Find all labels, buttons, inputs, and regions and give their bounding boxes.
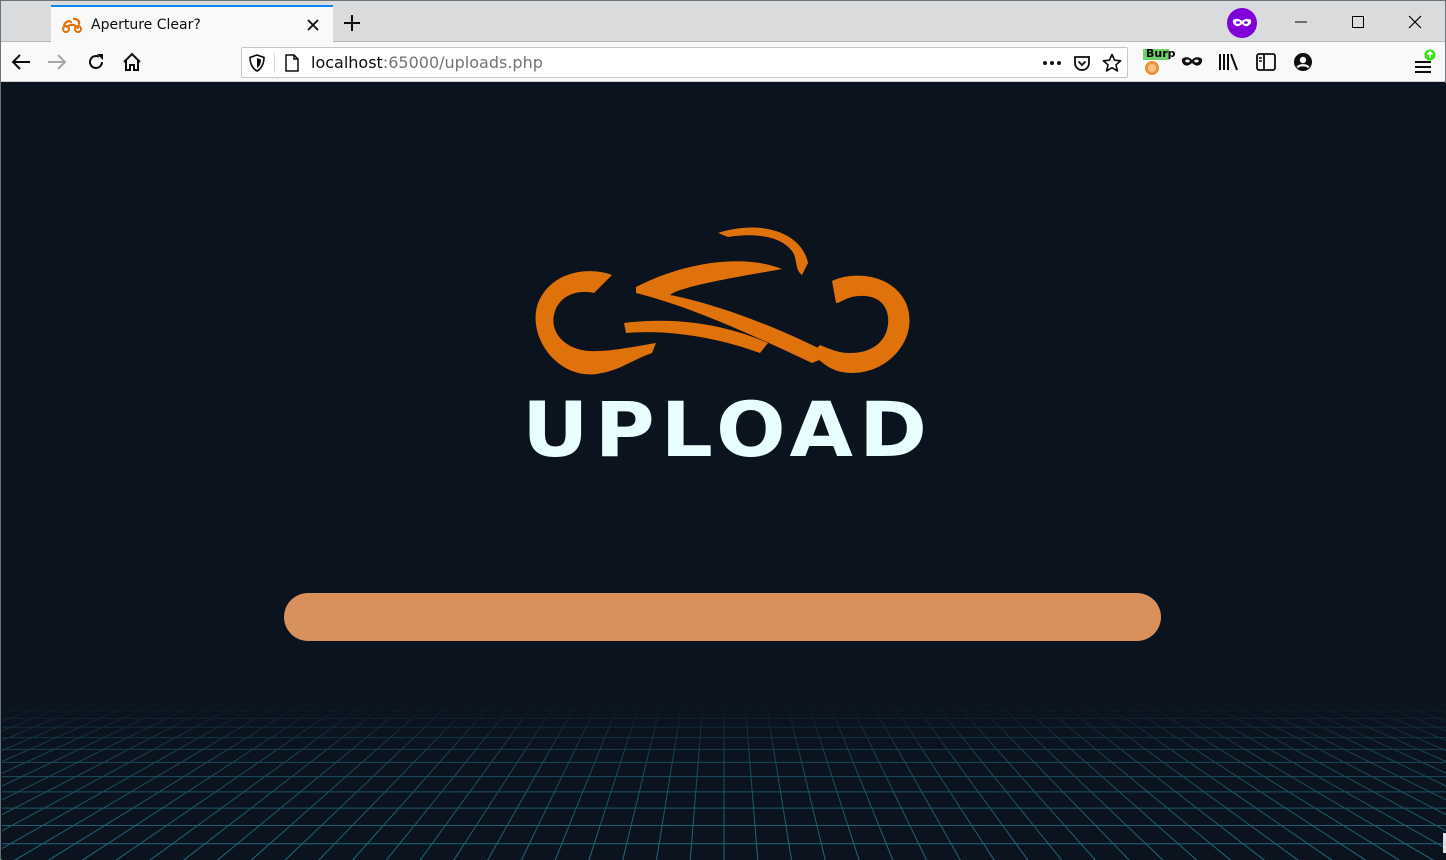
url-bar[interactable]: localhost:65000/uploads.php <box>241 47 1128 78</box>
retro-grid-floor <box>2 703 1446 860</box>
account-icon[interactable] <box>1287 46 1319 78</box>
tab-active[interactable]: Aperture Clear? <box>51 5 333 42</box>
more-dots-icon[interactable] <box>1037 48 1067 78</box>
page-content: UPLOAD <box>2 83 1446 860</box>
reload-button[interactable] <box>80 46 112 78</box>
minimize-button[interactable] <box>1273 1 1329 42</box>
burp-extension-icon[interactable]: Burp <box>1138 46 1176 78</box>
private-browsing-mask-icon <box>1227 8 1257 38</box>
tab-bar: Aperture Clear? <box>1 1 1445 42</box>
arrow-left-icon <box>11 54 30 70</box>
home-button[interactable] <box>116 46 148 78</box>
motorcycle-logo-icon <box>535 227 910 375</box>
window-close-button[interactable] <box>1387 1 1443 42</box>
new-tab-button[interactable] <box>338 9 366 37</box>
minimize-icon <box>1295 21 1307 22</box>
home-icon <box>123 52 141 71</box>
navigation-toolbar: localhost:65000/uploads.php Burp <box>1 42 1445 82</box>
maximize-icon <box>1352 15 1364 28</box>
tab-title: Aperture Clear? <box>91 16 201 33</box>
forward-button[interactable] <box>41 46 73 78</box>
mask-icon[interactable] <box>1176 46 1208 78</box>
arrow-right-icon <box>48 54 67 70</box>
star-icon[interactable] <box>1097 48 1127 78</box>
url-text[interactable]: localhost:65000/uploads.php <box>311 53 1037 72</box>
maximize-button[interactable] <box>1330 1 1386 42</box>
reload-icon <box>89 54 103 69</box>
hamburger-menu-icon[interactable] <box>1408 46 1440 78</box>
url-actions <box>1037 48 1127 78</box>
close-icon <box>1408 15 1422 28</box>
shield-icon[interactable] <box>242 48 272 78</box>
aperture-logo-icon <box>61 15 83 35</box>
back-button[interactable] <box>5 46 37 78</box>
sidebar-icon[interactable] <box>1250 46 1282 78</box>
page-heading: UPLOAD <box>522 386 934 475</box>
browser-window: Aperture Clear? localhost:65000/uploads.… <box>0 0 1446 860</box>
url-host: localhost <box>311 53 383 72</box>
upload-button[interactable] <box>284 593 1161 641</box>
burp-badge-label: Burp <box>1146 47 1176 60</box>
url-separator <box>274 52 275 73</box>
close-icon[interactable] <box>299 11 327 39</box>
page-icon[interactable] <box>277 48 307 78</box>
plus-icon <box>344 15 360 31</box>
url-path: :65000/uploads.php <box>382 53 543 72</box>
pocket-icon[interactable] <box>1067 48 1097 78</box>
library-icon[interactable] <box>1213 46 1245 78</box>
